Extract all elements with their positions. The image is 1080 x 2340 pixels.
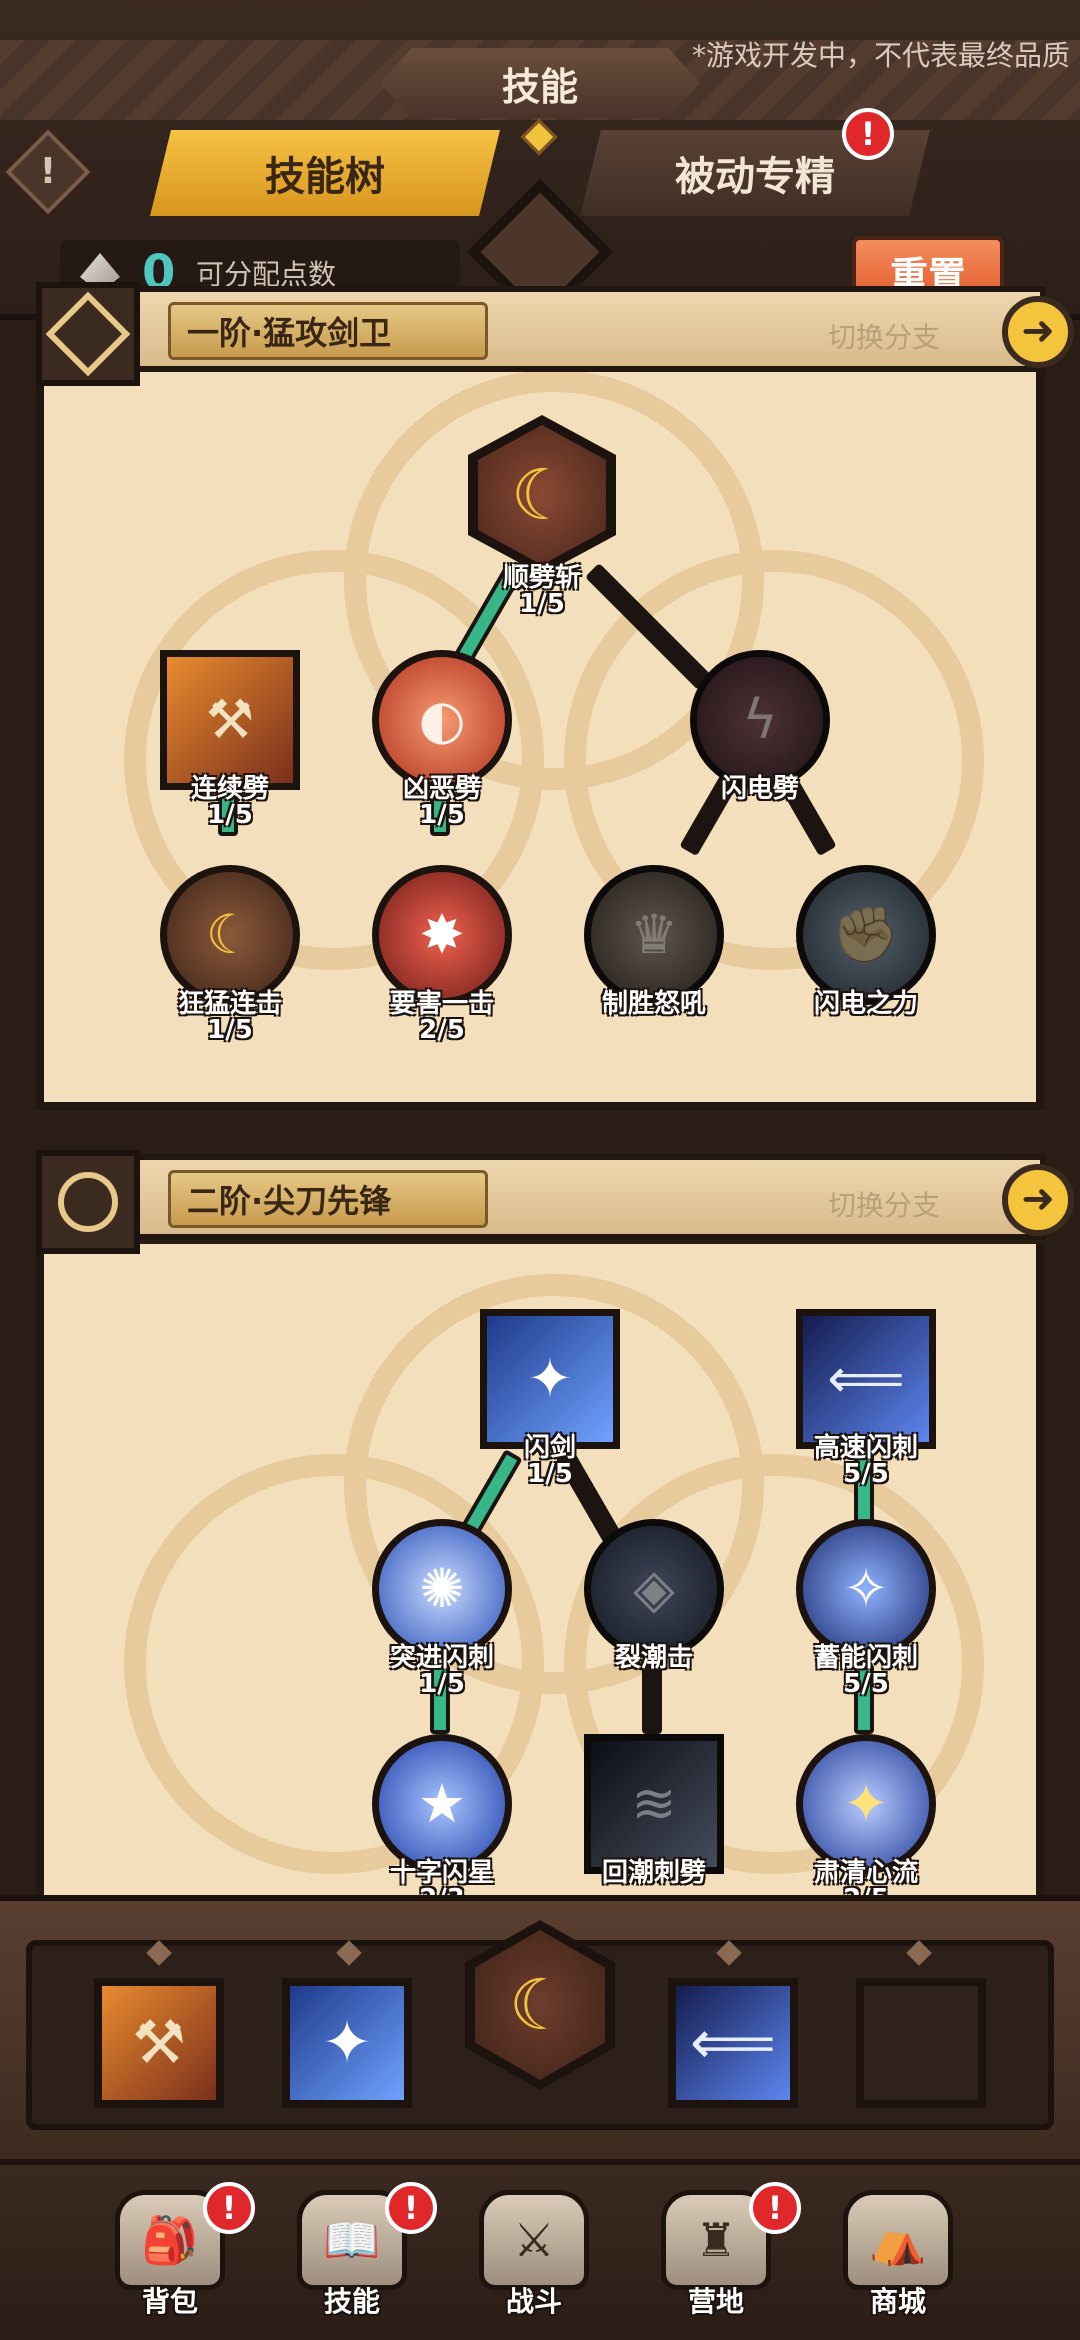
rapid-thrust-icon: ⟸: [689, 2008, 776, 2078]
skill-node[interactable]: ⟸ 高速闪刺 5/5: [796, 1309, 936, 1489]
page-title: 技能: [380, 48, 700, 118]
title-diamond-icon: [520, 118, 558, 156]
equipped-slot-1[interactable]: ⚒: [94, 1978, 224, 2108]
skill-node[interactable]: ✸ 要害一击 2/5: [372, 865, 512, 1045]
skill-node[interactable]: ☾ 狂猛连击 1/5: [160, 865, 300, 1045]
nav-label: 战斗: [505, 2285, 562, 2318]
branch2-title: 二阶·尖刀先锋: [168, 1170, 488, 1228]
passive-alert-badge: !: [842, 108, 894, 160]
skill-name: 闪电劈: [720, 774, 799, 804]
skill-node[interactable]: ⚒ 连续劈 1/5: [160, 650, 300, 830]
skill-node[interactable]: ♛ 制胜怒吼: [584, 865, 724, 1019]
skill-link: [642, 1664, 662, 1734]
branch2-emblem-icon: [36, 1150, 140, 1254]
nav-skills[interactable]: 📖 技能 !: [287, 2182, 437, 2330]
switch-branch-label[interactable]: 切换分支: [828, 316, 940, 356]
switch-branch-arrow-icon[interactable]: ➜: [1002, 296, 1074, 368]
equipped-slot-3[interactable]: ⟸: [668, 1978, 798, 2108]
skill-node[interactable]: ✧ 蓄能闪刺 5/5: [796, 1519, 936, 1699]
axe-chop-icon: ⚒: [132, 2008, 186, 2078]
header: *游戏开发中，不代表最终品质 技能 ! 技能树 被动专精 ! 0 可分配点数 重…: [0, 0, 1080, 326]
battle-icon: ⚔: [479, 2190, 589, 2290]
skill-level: 1/5: [207, 1015, 253, 1045]
branch2-header: 二阶·尖刀先锋 切换分支 ➜: [36, 1150, 1074, 1254]
flash-sword-icon: ✦: [321, 2008, 373, 2078]
skill-node[interactable]: ◈ 裂潮击: [584, 1519, 724, 1673]
nav-alert-badge: !: [203, 2182, 255, 2234]
skill-level: 1/5: [419, 1669, 465, 1699]
nav-alert-badge: !: [749, 2182, 801, 2234]
skill-name: 制胜怒吼: [601, 989, 706, 1019]
nav-battle[interactable]: ⚔ 战斗: [469, 2190, 599, 2330]
skill-level: 5/5: [843, 1459, 889, 1489]
skill-name: 裂潮击: [614, 1643, 693, 1673]
nav-label: 商城: [869, 2285, 926, 2318]
nav-backpack[interactable]: 🎒 背包 !: [105, 2182, 255, 2330]
skill-level: 1/5: [527, 1459, 573, 1489]
switch-branch-label[interactable]: 切换分支: [828, 1184, 940, 1224]
skill-node[interactable]: ≋ 回潮刺劈: [584, 1734, 724, 1888]
branch1-header: 一阶·猛攻剑卫 切换分支 ➜: [36, 282, 1074, 386]
branch2-panel: ✦ 闪剑 1/5 ⟸ 高速闪刺 5/5 ✺ 突进闪刺 1/5 ◈ 裂潮击 ✧ 蓄…: [36, 1244, 1044, 1924]
skill-node[interactable]: ✦ 闪剑 1/5: [480, 1309, 620, 1489]
exclamation-icon: !: [39, 151, 57, 192]
branch1-emblem-icon: [36, 282, 140, 386]
skill-level: 1/5: [207, 800, 253, 830]
branch1-title: 一阶·猛攻剑卫: [168, 302, 488, 360]
dev-notice: *游戏开发中，不代表最终品质: [691, 39, 1070, 72]
skill-name: 回潮刺劈: [601, 1858, 706, 1888]
nav-camp[interactable]: ♜ 营地 !: [651, 2182, 801, 2330]
skill-node[interactable]: ✦ 肃清心流 2/5: [796, 1734, 936, 1914]
nav-label: 营地: [687, 2285, 744, 2318]
nav-shop[interactable]: ⛺ 商城: [833, 2190, 963, 2330]
skill-node[interactable]: ✊ 闪电之力: [796, 865, 936, 1019]
skill-level: 1/5: [419, 800, 465, 830]
skill-node[interactable]: ◐ 凶恶劈 1/5: [372, 650, 512, 830]
shop-icon: ⛺: [843, 2190, 953, 2290]
skill-level: 1/5: [519, 589, 565, 619]
skill-node[interactable]: ✺ 突进闪刺 1/5: [372, 1519, 512, 1699]
branch1-panel: ☾ 顺劈斩 1/5 ⚒ 连续劈 1/5 ◐ 凶恶劈 1/5 ϟ 闪电劈 ☾ 狂猛…: [36, 330, 1044, 1110]
alert-button[interactable]: !: [5, 129, 91, 215]
switch-branch-arrow-icon[interactable]: ➜: [1002, 1164, 1074, 1236]
skill-node[interactable]: ϟ 闪电劈: [690, 650, 830, 804]
equipped-slot-2[interactable]: ✦: [282, 1978, 412, 2108]
skill-name: 闪电之力: [813, 989, 918, 1019]
equipped-slot-empty[interactable]: [856, 1978, 986, 2108]
skill-level: 2/5: [419, 1015, 465, 1045]
crescent-slash-icon: ☾: [468, 415, 616, 575]
crescent-slash-icon: ☾: [475, 1930, 605, 2080]
nav-alert-badge: !: [385, 2182, 437, 2234]
skill-node[interactable]: ★ 十字闪星 2/3: [372, 1734, 512, 1914]
nav-label: 技能: [323, 2285, 380, 2318]
tab-skill-tree[interactable]: 技能树: [150, 130, 500, 216]
skill-node[interactable]: ☾ 顺劈斩 1/5: [468, 415, 616, 619]
nav-label: 背包: [141, 2285, 198, 2318]
skill-level: 5/5: [843, 1669, 889, 1699]
